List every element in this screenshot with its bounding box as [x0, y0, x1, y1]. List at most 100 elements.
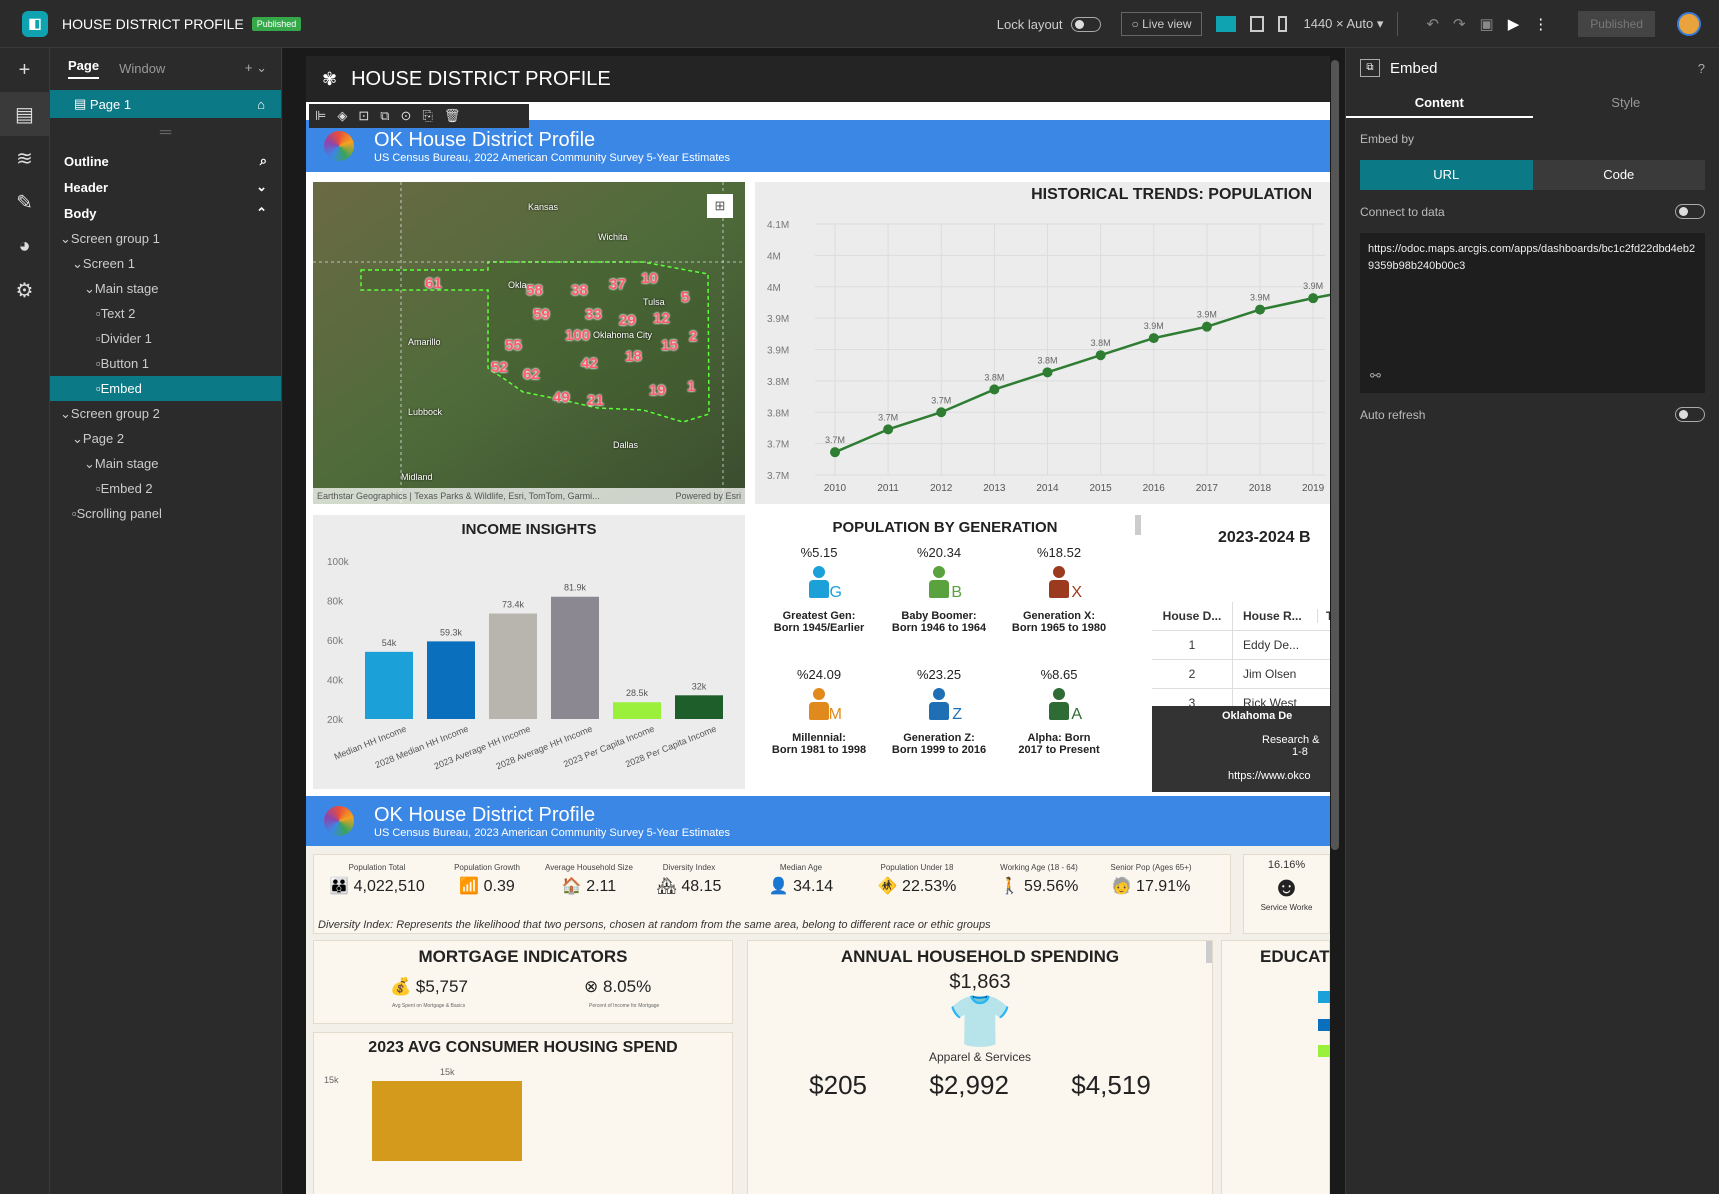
tab-page[interactable]: Page — [68, 58, 100, 79]
table-header[interactable]: T — [1317, 609, 1330, 623]
district-label[interactable]: 61 — [425, 275, 442, 292]
auto-refresh-row: Auto refresh — [1360, 407, 1705, 422]
home-icon[interactable]: ⌂ — [257, 97, 265, 112]
district-label[interactable]: 42 — [581, 355, 598, 372]
outline-item[interactable]: ▫ Button 1 — [50, 351, 281, 376]
link-icon[interactable]: ⚯ — [1370, 366, 1381, 386]
tab-window[interactable]: Window — [119, 61, 165, 76]
page-icon[interactable]: ▤ — [0, 92, 49, 136]
district-label[interactable]: 38 — [571, 282, 588, 299]
connect-data-row: Connect to data — [1360, 204, 1705, 219]
outline-item[interactable]: ▫ Text 2 — [50, 301, 281, 326]
district-label[interactable]: 58 — [526, 282, 543, 299]
header-section[interactable]: Header ⌄ — [50, 174, 281, 200]
scrollbar[interactable] — [1206, 941, 1212, 963]
data-label: 3.7M — [878, 412, 898, 422]
outline-item[interactable]: ▫ Scrolling panel — [50, 501, 281, 526]
y-tick-label: 3.8M — [767, 377, 789, 388]
district-label[interactable]: 5 — [681, 289, 689, 306]
tab-style[interactable]: Style — [1533, 88, 1719, 118]
screen-size-dropdown[interactable]: 1440 × Auto ▾ — [1303, 16, 1383, 32]
code-button[interactable]: Code — [1532, 160, 1705, 190]
outline-item[interactable]: ▫ Embed 2 — [50, 476, 281, 501]
outline-item[interactable]: ⌄ Screen group 2 — [50, 401, 281, 426]
focus-icon[interactable]: ⊙ — [401, 108, 412, 124]
outline-item[interactable]: ⌄ Screen 1 — [50, 251, 281, 276]
district-label[interactable]: 33 — [585, 306, 602, 323]
district-label[interactable]: 49 — [553, 389, 570, 406]
tab-content[interactable]: Content — [1346, 88, 1533, 118]
settings-icon[interactable]: ⚙ — [0, 268, 49, 312]
phone-view-icon[interactable] — [1278, 16, 1288, 32]
live-view-button[interactable]: ○ Live view — [1120, 12, 1203, 36]
generation-name: Baby Boomer: — [901, 610, 977, 622]
district-label[interactable]: 2 — [689, 328, 697, 345]
published-button[interactable]: Published — [1578, 11, 1655, 37]
published-badge: Published — [251, 16, 302, 31]
person-icon: X — [1046, 566, 1082, 601]
district-label[interactable]: 1 — [687, 378, 695, 395]
url-button[interactable]: URL — [1360, 160, 1533, 190]
theme-icon[interactable]: ◕ — [0, 224, 49, 268]
outline-item[interactable]: ⌄ Page 2 — [50, 426, 281, 451]
district-label[interactable]: 37 — [609, 276, 626, 293]
outline-item[interactable]: ▫ Divider 1 — [50, 326, 281, 351]
district-label[interactable]: 100 — [565, 327, 590, 344]
district-label[interactable]: 10 — [641, 270, 658, 287]
redo-icon[interactable]: ↷ — [1453, 15, 1466, 33]
save-icon[interactable]: ▣ — [1480, 15, 1494, 33]
undo-icon[interactable]: ↶ — [1426, 15, 1439, 33]
basemap-gallery-icon[interactable]: ⊞ — [707, 194, 733, 218]
data-icon[interactable]: ≋ — [0, 136, 49, 180]
bar-value-label: 73.4k — [502, 600, 525, 610]
app-logo-icon[interactable]: ◧ — [22, 10, 48, 37]
preview-icon[interactable]: ▶ — [1508, 15, 1520, 33]
duplicate-icon[interactable]: ⧉ — [380, 108, 389, 124]
desktop-view-icon[interactable] — [1216, 16, 1237, 32]
district-label[interactable]: 52 — [491, 359, 508, 376]
tablet-view-icon[interactable] — [1250, 16, 1265, 32]
district-label[interactable]: 19 — [649, 382, 666, 399]
outline-header[interactable]: Outline ⌕ — [50, 148, 281, 174]
avatar[interactable] — [1677, 12, 1701, 36]
lock-layout-toggle[interactable] — [1070, 16, 1101, 32]
tools-icon[interactable]: ✎ — [0, 180, 49, 224]
layers-icon[interactable]: ◈ — [337, 108, 347, 124]
generation-title: POPULATION BY GENERATION — [832, 519, 1058, 536]
table-header[interactable]: House R... — [1232, 602, 1317, 630]
district-label[interactable]: 59 — [533, 306, 550, 323]
district-label[interactable]: 55 — [505, 337, 522, 354]
outline-item[interactable]: ⌄ Main stage — [50, 276, 281, 301]
outline-item[interactable]: ⌄ Screen group 1 — [50, 226, 281, 251]
outline-item[interactable]: ▫ Embed — [50, 376, 281, 401]
district-label[interactable]: 15 — [661, 337, 678, 354]
resize-handle[interactable]: ═ — [50, 118, 281, 148]
district-label[interactable]: 12 — [653, 310, 670, 327]
table-header[interactable]: House D... — [1152, 609, 1232, 623]
x-tick-label: 2010 — [824, 483, 847, 494]
url-input[interactable]: https://odoc.maps.arcgis.com/apps/dashbo… — [1360, 233, 1705, 393]
district-label[interactable]: 29 — [619, 312, 636, 329]
auto-refresh-toggle[interactable] — [1675, 407, 1705, 422]
district-label[interactable]: 18 — [625, 348, 642, 365]
help-icon[interactable]: ? — [1698, 61, 1705, 76]
body-section[interactable]: Body ⌃ — [50, 200, 281, 226]
copy-icon[interactable]: ⎘ — [422, 108, 432, 124]
district-label[interactable]: 62 — [523, 366, 540, 383]
add-icon[interactable]: + — [0, 48, 49, 92]
scrollbar[interactable] — [1135, 515, 1141, 535]
lock-icon[interactable]: ⊡ — [358, 108, 369, 124]
district-map[interactable]: Kansas Wichita Tulsa Oklahoma City Amarillo L… — [313, 182, 745, 504]
kpi-label: Average Household Size — [545, 863, 633, 872]
outline-item[interactable]: ⌄ Main stage — [50, 451, 281, 476]
canvas-scrollbar[interactable] — [1331, 60, 1339, 850]
delete-icon[interactable]: 🗑 — [444, 108, 461, 124]
table-row[interactable]: 1 Eddy De... — [1152, 631, 1330, 660]
add-page-icon[interactable]: + ⌄ — [245, 60, 267, 76]
connect-data-toggle[interactable] — [1675, 204, 1705, 219]
table-row[interactable]: 2 Jim Olsen — [1152, 660, 1330, 689]
district-label[interactable]: 21 — [587, 392, 604, 409]
align-icon[interactable]: ⊫ — [315, 108, 326, 124]
page-item-page-1[interactable]: ▤ Page 1 ⌂ — [50, 90, 281, 118]
more-icon[interactable]: ⋮ — [1533, 15, 1548, 33]
